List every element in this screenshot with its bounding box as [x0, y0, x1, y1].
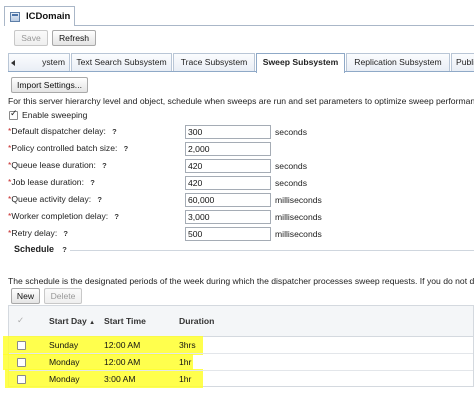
help-icon[interactable]: ? [112, 212, 121, 221]
field-label-policy-batch-size: *Policy controlled batch size:? [8, 143, 130, 153]
refresh-button[interactable]: Refresh [52, 30, 96, 46]
row-select-checkbox[interactable] [17, 375, 26, 384]
cell-duration: 3hrs [179, 340, 196, 350]
schedule-grid: ✓ Start Day ▲ Start Time Duration Sunday… [3, 305, 474, 388]
cell-start-day: Monday [49, 374, 80, 384]
cell-start-time: 12:00 AM [104, 340, 141, 350]
new-schedule-button[interactable]: New [11, 288, 40, 304]
title-divider [75, 25, 474, 26]
tab-subsystem-partial[interactable]: ystem [8, 53, 70, 71]
schedule-description: The schedule is the designated periods o… [8, 276, 474, 286]
sweep-description: For this server hierarchy level and obje… [8, 96, 474, 106]
unit-label: seconds [275, 178, 308, 188]
table-row[interactable]: Monday 3:00 AM 1hr [9, 371, 473, 388]
policy-batch-size-input[interactable]: 2,000 [185, 142, 271, 156]
tab-replication-subsystem[interactable]: Replication Subsystem [346, 53, 450, 71]
unit-label: milliseconds [275, 195, 322, 205]
cell-start-time: 12:00 AM [104, 357, 141, 367]
column-header-duration[interactable]: Duration [179, 316, 214, 326]
help-icon[interactable]: ? [110, 127, 119, 136]
enable-sweeping-label: Enable sweeping [22, 110, 88, 120]
tab-publishing-partial[interactable]: Publi [451, 53, 474, 71]
field-label-queue-activity-delay: *Queue activity delay:? [8, 194, 104, 204]
cell-start-time: 3:00 AM [104, 374, 136, 384]
cell-start-day: Sunday [49, 340, 79, 350]
help-icon[interactable]: ? [61, 229, 70, 238]
field-label-default-dispatcher-delay: *Default dispatcher delay:? [8, 126, 119, 136]
job-lease-duration-input[interactable]: 420 [185, 176, 271, 190]
table-row[interactable]: Monday 12:00 AM 1hr [9, 354, 473, 371]
delete-schedule-button[interactable]: Delete [44, 288, 82, 304]
help-icon[interactable]: ? [100, 161, 109, 170]
section-divider [70, 250, 474, 251]
row-select-checkbox[interactable] [17, 358, 26, 367]
queue-lease-duration-input[interactable]: 420 [185, 159, 271, 173]
row-select-checkbox[interactable] [17, 341, 26, 350]
column-header-start-day[interactable]: Start Day ▲ [49, 316, 95, 326]
tab-trace-subsystem[interactable]: Trace Subsystem [173, 53, 255, 71]
help-icon[interactable]: ? [60, 245, 69, 254]
tab-text-search-subsystem[interactable]: Text Search Subsystem [71, 53, 172, 71]
subsystem-tabbar: ystem Text Search Subsystem Trace Subsys… [8, 53, 474, 73]
default-dispatcher-delay-input[interactable]: 300 [185, 125, 271, 139]
retry-delay-input[interactable]: 500 [185, 227, 271, 241]
column-header-start-time[interactable]: Start Time [104, 316, 146, 326]
help-icon[interactable]: ? [95, 195, 104, 204]
unit-label: milliseconds [275, 212, 322, 222]
help-icon[interactable]: ? [121, 144, 130, 153]
cell-start-day: Monday [49, 357, 80, 367]
sort-ascending-icon: ▲ [89, 320, 96, 326]
select-all-checkmark-icon[interactable]: ✓ [17, 316, 24, 326]
field-label-worker-completion-delay: *Worker completion delay:? [8, 211, 121, 221]
help-icon[interactable]: ? [88, 178, 97, 187]
save-button[interactable]: Save [14, 30, 48, 46]
queue-activity-delay-input[interactable]: 60,000 [185, 193, 271, 207]
import-settings-button[interactable]: Import Settings... [11, 77, 88, 93]
window-title: ICDomain [26, 11, 71, 22]
unit-label: seconds [275, 161, 308, 171]
enable-sweeping-checkbox[interactable] [9, 109, 18, 120]
cell-duration: 1hr [179, 374, 192, 384]
tab-scroll-left-icon[interactable] [9, 54, 19, 71]
cell-duration: 1hr [179, 357, 192, 367]
window-title-tab[interactable]: ICDomain [4, 6, 75, 26]
schedule-section-title: Schedule? [14, 244, 69, 254]
grid-header: ✓ Start Day ▲ Start Time Duration [9, 306, 473, 337]
tab-sweep-subsystem[interactable]: Sweep Subsystem [256, 53, 345, 73]
field-label-retry-delay: *Retry delay:? [8, 228, 70, 238]
unit-label: seconds [275, 127, 308, 137]
window-icon [10, 12, 20, 22]
worker-completion-delay-input[interactable]: 3,000 [185, 210, 271, 224]
table-row[interactable]: Sunday 12:00 AM 3hrs [9, 337, 473, 354]
unit-label: milliseconds [275, 229, 322, 239]
field-label-queue-lease-duration: *Queue lease duration:? [8, 160, 109, 170]
field-label-job-lease-duration: *Job lease duration:? [8, 177, 97, 187]
